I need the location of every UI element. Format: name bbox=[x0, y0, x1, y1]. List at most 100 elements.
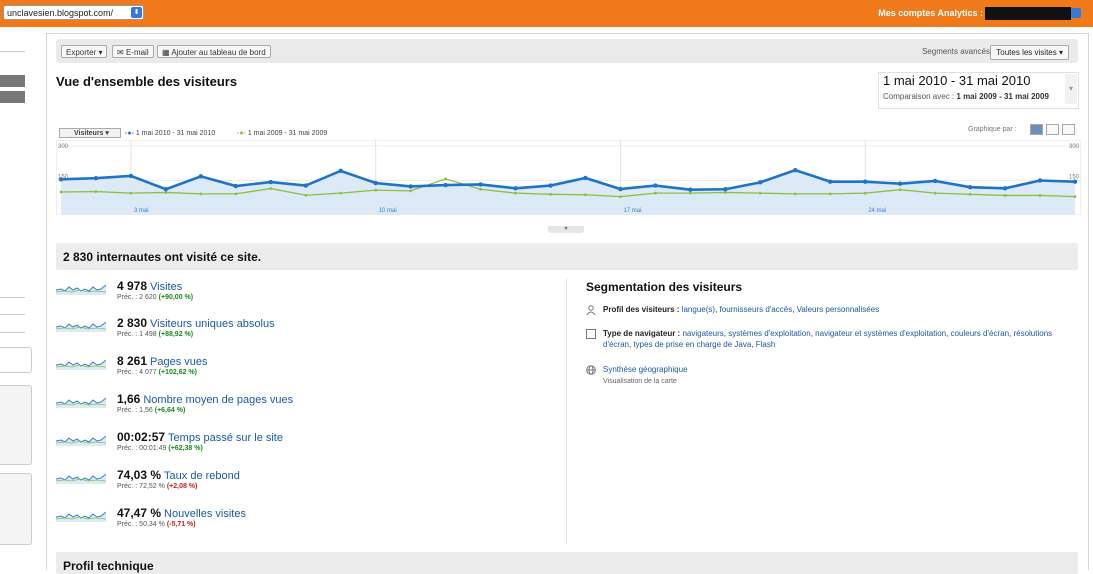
metric-value: 47,47 % Nouvelles visites bbox=[117, 506, 246, 520]
data-point-current bbox=[233, 183, 239, 189]
date-range-picker[interactable]: 1 mai 2010 - 31 mai 2010 Comparaison ave… bbox=[878, 72, 1079, 109]
sparkline-icon bbox=[56, 511, 106, 522]
sidebar-item[interactable] bbox=[0, 91, 25, 103]
data-point-current bbox=[163, 187, 169, 192]
report-panel: Exporter ▾ ✉ E-mail ▦ Ajouter au tableau… bbox=[46, 33, 1089, 574]
data-point-previous bbox=[758, 191, 762, 195]
chart-collapse-handle[interactable]: ▾ bbox=[548, 226, 584, 233]
metric-change: (+88,92 %) bbox=[158, 331, 194, 338]
segment-link[interactable]: couleurs d'écran bbox=[951, 329, 1009, 338]
data-point-current bbox=[653, 183, 658, 188]
metric-row: 74,03 % Taux de rebond Préc. : 72,52 % (+2… bbox=[56, 468, 566, 502]
metric-change: (+102,62 %) bbox=[158, 369, 197, 376]
y-tick-label-left: 150 bbox=[58, 175, 69, 181]
dashboard-icon: ▦ bbox=[162, 48, 170, 57]
metric-row: 1,66 Nombre moyen de pages vues Préc. : 1,… bbox=[56, 392, 566, 426]
sidebar-divider bbox=[0, 314, 25, 315]
metric-previous: Préc. : 1 498 (+88,92 %) bbox=[117, 331, 194, 338]
data-point-previous bbox=[479, 187, 482, 191]
comparison-range: Comparaison avec : 1 mai 2009 - 31 mai 2… bbox=[883, 92, 1049, 101]
metric-select[interactable]: Visiteurs ▾ bbox=[59, 128, 121, 138]
metric-value: 8 261 Pages vues bbox=[117, 354, 208, 368]
metric-link[interactable]: Visites bbox=[150, 281, 182, 293]
sparkline-icon bbox=[56, 473, 106, 484]
geo-summary-sub: Visualisation de la carte bbox=[603, 378, 677, 385]
segment-link[interactable]: systèmes d'exploitation bbox=[728, 329, 810, 338]
left-sidebar bbox=[0, 27, 33, 569]
metric-link[interactable]: Pages vues bbox=[150, 356, 207, 368]
graph-by-week-button[interactable] bbox=[1046, 124, 1059, 135]
sidebar-item[interactable] bbox=[0, 75, 25, 87]
data-point-previous bbox=[549, 192, 552, 196]
segment-link[interactable]: navigateur et systèmes d'exploitation bbox=[815, 329, 946, 338]
data-point-current bbox=[863, 179, 868, 184]
metric-value: 4 978 Visites bbox=[117, 279, 183, 293]
data-point-current bbox=[758, 180, 763, 185]
visitors-summary: 2 830 internautes ont visité ce site. bbox=[63, 250, 262, 264]
legend-current: -●- 1 mai 2010 - 31 mai 2010 bbox=[125, 130, 216, 137]
segment-link[interactable]: Valeurs personnalisées bbox=[797, 305, 880, 314]
data-point-previous bbox=[234, 192, 238, 196]
data-point-current bbox=[443, 182, 448, 188]
metric-change: (+6,64 %) bbox=[154, 407, 186, 414]
y-tick-label-left: 300 bbox=[58, 144, 69, 150]
segment-link[interactable]: types de prise en charge de Java bbox=[633, 340, 751, 349]
data-point-current bbox=[198, 174, 204, 179]
visitors-line-chart: 300 150 300 150 3 mai 10 mai 17 mai 24 mai bbox=[56, 140, 1081, 215]
metric-row: 4 978 Visites Préc. : 2 620 (+90,00 %) bbox=[56, 279, 566, 313]
segmentation-title: Segmentation des visiteurs bbox=[586, 280, 743, 294]
technical-profile-title: Profil technique bbox=[63, 559, 154, 573]
select-arrow-icon: ⬍ bbox=[131, 7, 142, 18]
metric-change: (+62,38 %) bbox=[168, 445, 203, 452]
data-point-current bbox=[1037, 178, 1043, 183]
email-icon: ✉ bbox=[117, 48, 124, 57]
data-point-current bbox=[128, 173, 134, 179]
metric-previous: Préc. : 4 077 (+102,62 %) bbox=[117, 369, 197, 376]
data-point-current bbox=[303, 183, 308, 188]
segments-select[interactable]: Toutes les visites ▾ bbox=[990, 45, 1069, 60]
metric-link[interactable]: Nouvelles visites bbox=[164, 508, 246, 520]
data-point-current bbox=[723, 187, 728, 192]
metric-row: 2 830 Visiteurs uniques absolus Préc. : 1 … bbox=[56, 316, 566, 350]
segment-link[interactable]: langue(s) bbox=[682, 305, 715, 314]
metric-link[interactable]: Taux de rebond bbox=[164, 470, 240, 482]
export-button[interactable]: Exporter ▾ bbox=[61, 45, 108, 58]
segment-link[interactable]: fournisseurs d'accès bbox=[720, 305, 793, 314]
email-button[interactable]: ✉ E-mail bbox=[112, 45, 154, 58]
metric-value: 00:02:57 Temps passé sur le site bbox=[117, 430, 283, 444]
segment-link[interactable]: navigateurs bbox=[682, 329, 723, 338]
metric-row: 8 261 Pages vues Préc. : 4 077 (+102,62 %) bbox=[56, 354, 566, 388]
visitors-summary-banner: 2 830 internautes ont visité ce site. bbox=[56, 243, 1078, 270]
account-select-arrow-icon[interactable] bbox=[1071, 8, 1081, 18]
x-tick-label: 24 mai bbox=[868, 208, 886, 214]
add-to-dashboard-button[interactable]: ▦ Ajouter au tableau de bord bbox=[157, 45, 271, 58]
segment-link[interactable]: Flash bbox=[756, 340, 776, 349]
data-point-current bbox=[688, 187, 693, 192]
data-point-previous bbox=[793, 192, 797, 196]
date-range-arrow-icon[interactable]: ▾ bbox=[1065, 74, 1077, 104]
data-point-previous bbox=[374, 188, 378, 192]
metric-change: (+2,08 %) bbox=[166, 483, 198, 490]
geo-summary-link[interactable]: Synthèse géographique bbox=[603, 365, 688, 374]
person-icon bbox=[586, 305, 596, 315]
metric-link[interactable]: Nombre moyen de pages vues bbox=[143, 394, 293, 406]
graph-by-day-button[interactable] bbox=[1030, 124, 1043, 135]
data-point-current bbox=[408, 184, 413, 189]
metric-link[interactable]: Temps passé sur le site bbox=[168, 432, 283, 444]
graph-by-month-button[interactable] bbox=[1062, 124, 1075, 135]
metric-previous: Préc. : 50,34 % (-5,71 %) bbox=[117, 521, 196, 528]
data-point-current bbox=[268, 179, 273, 185]
metric-value: 2 830 Visiteurs uniques absolus bbox=[117, 316, 275, 330]
data-point-current bbox=[932, 178, 938, 184]
data-point-previous bbox=[409, 189, 413, 193]
data-point-current bbox=[93, 176, 99, 181]
site-url-select[interactable]: unclavesien.blogspot.com/ ⬍ bbox=[3, 5, 144, 20]
data-point-current bbox=[373, 180, 378, 186]
data-point-current bbox=[618, 186, 623, 192]
sidebar-divider bbox=[0, 51, 25, 52]
metric-previous: Préc. : 1,56 (+6,64 %) bbox=[117, 407, 186, 414]
accounts-label[interactable]: Mes comptes Analytics : bbox=[878, 8, 983, 18]
data-point-current bbox=[967, 184, 973, 190]
metric-change: (-5,71 %) bbox=[166, 521, 196, 528]
metric-link[interactable]: Visiteurs uniques absolus bbox=[150, 318, 275, 330]
